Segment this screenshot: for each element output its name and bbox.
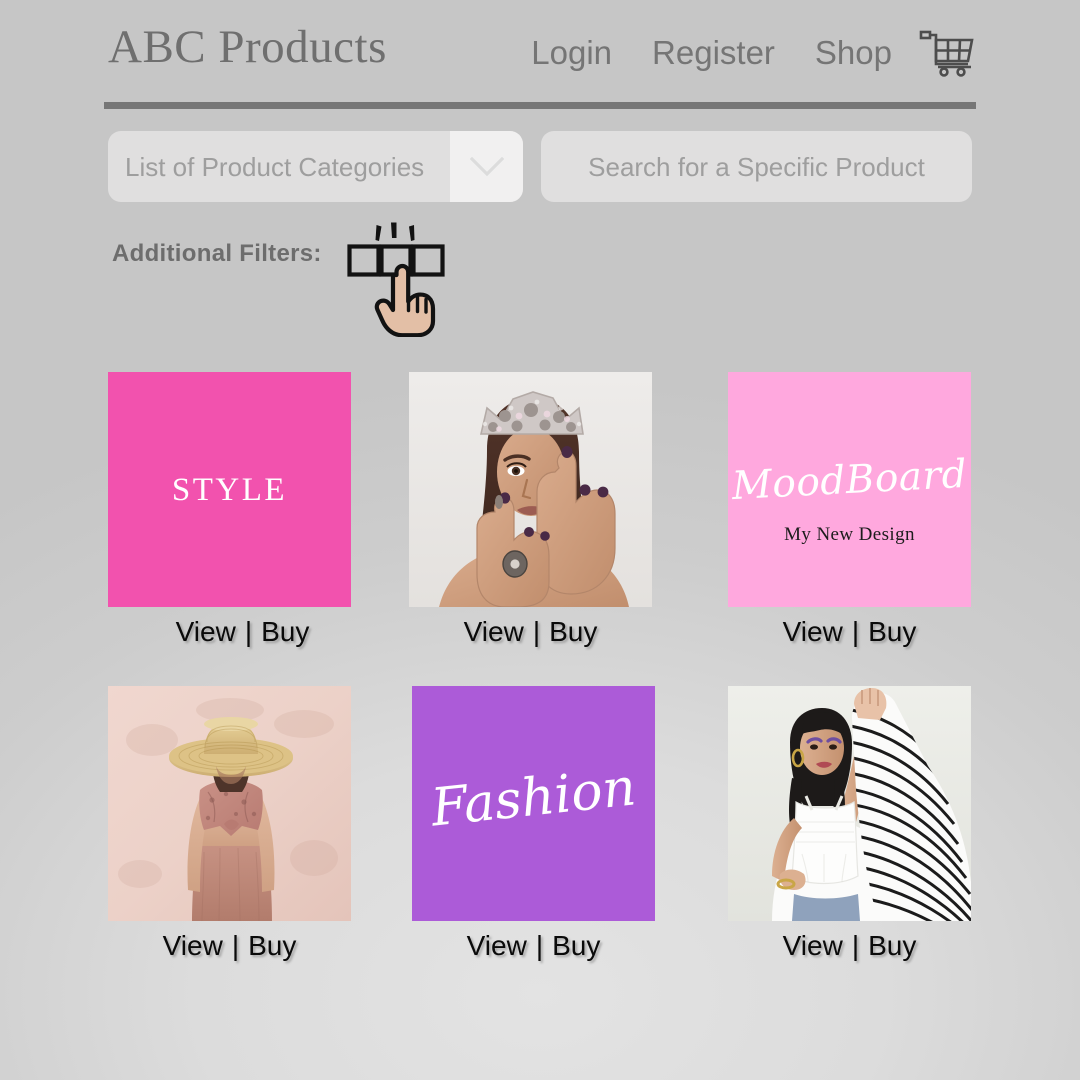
main-navigation: Login Register Shop <box>511 28 976 78</box>
tile-title: Fashion <box>428 757 639 839</box>
search-input[interactable]: Search for a Specific Product <box>541 131 972 202</box>
action-separator: | <box>532 616 541 647</box>
additional-filters-label: Additional Filters: <box>112 240 322 267</box>
view-link[interactable]: View <box>783 616 843 647</box>
buy-link[interactable]: Buy <box>248 930 296 961</box>
nav-register[interactable]: Register <box>632 31 795 75</box>
product-card[interactable]: View | Buy <box>108 686 351 961</box>
product-card[interactable]: STYLE View | Buy <box>108 372 351 647</box>
view-link[interactable]: View <box>783 930 843 961</box>
buy-link[interactable]: Buy <box>552 930 600 961</box>
card-actions: View | Buy <box>728 615 971 649</box>
card-actions: View | Buy <box>412 929 655 963</box>
nav-login[interactable]: Login <box>511 31 632 75</box>
header-divider <box>104 102 976 109</box>
product-thumbnail-style[interactable]: STYLE <box>108 372 351 607</box>
view-link[interactable]: View <box>163 930 223 961</box>
product-thumbnail-crown-photo[interactable] <box>409 372 652 607</box>
card-actions: View | Buy <box>108 929 351 963</box>
search-input-placeholder: Search for a Specific Product <box>588 152 925 182</box>
product-card[interactable]: View | Buy <box>728 686 971 961</box>
buy-link[interactable]: Buy <box>868 930 916 961</box>
additional-filters-row: Additional Filters: <box>112 222 512 337</box>
action-separator: | <box>851 616 860 647</box>
product-thumbnail-strawhat-photo[interactable] <box>108 686 351 921</box>
product-card[interactable]: View | Buy <box>409 372 652 647</box>
action-separator: | <box>244 616 253 647</box>
category-select-toggle[interactable] <box>450 131 523 202</box>
action-separator: | <box>851 930 860 961</box>
site-header: ABC Products Login Register Shop <box>104 18 976 109</box>
product-thumbnail-fashion[interactable]: Fashion <box>412 686 655 921</box>
filter-bar: List of Product Categories Search for a … <box>108 131 972 202</box>
card-actions: View | Buy <box>728 929 971 963</box>
three-checkboxes-tapped-icon[interactable] <box>347 222 457 337</box>
nav-shop[interactable]: Shop <box>795 31 912 75</box>
card-actions: View | Buy <box>108 615 351 649</box>
chevron-down-icon <box>469 156 504 176</box>
buy-link[interactable]: Buy <box>868 616 916 647</box>
page-title: ABC Products <box>108 21 387 73</box>
category-select[interactable]: List of Product Categories <box>108 131 523 202</box>
buy-link[interactable]: Buy <box>261 616 309 647</box>
view-link[interactable]: View <box>467 930 527 961</box>
product-thumbnail-raisedarm-photo[interactable] <box>728 686 971 921</box>
tile-title: MoodBoard <box>730 451 969 510</box>
product-thumbnail-moodboard[interactable]: MoodBoard My New Design <box>728 372 971 607</box>
action-separator: | <box>231 930 240 961</box>
buy-link[interactable]: Buy <box>549 616 597 647</box>
tile-subtitle: My New Design <box>784 524 915 545</box>
action-separator: | <box>535 930 544 961</box>
view-link[interactable]: View <box>464 616 524 647</box>
category-select-placeholder: List of Product Categories <box>125 152 425 182</box>
product-card[interactable]: MoodBoard My New Design View | Buy <box>728 372 971 647</box>
tile-title: STYLE <box>171 472 288 508</box>
product-card[interactable]: Fashion View | Buy <box>412 686 655 961</box>
shopping-cart-icon[interactable] <box>918 28 976 78</box>
card-actions: View | Buy <box>409 615 652 649</box>
view-link[interactable]: View <box>176 616 236 647</box>
